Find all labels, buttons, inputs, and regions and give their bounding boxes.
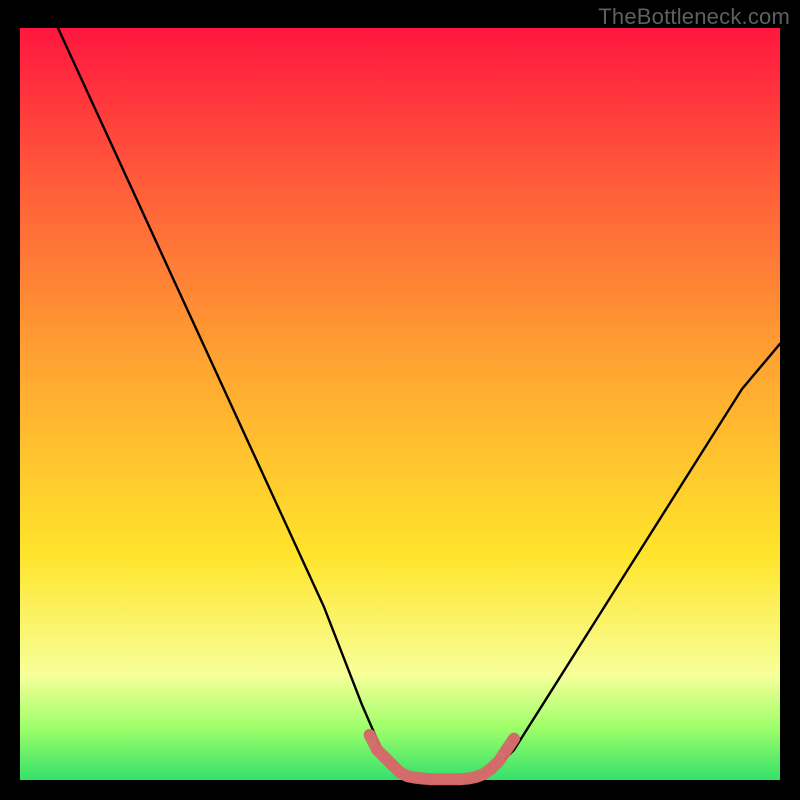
chart-frame: TheBottleneck.com [0,0,800,800]
bottleneck-chart [0,0,800,800]
gradient-background [20,28,780,780]
watermark-text: TheBottleneck.com [598,4,790,30]
